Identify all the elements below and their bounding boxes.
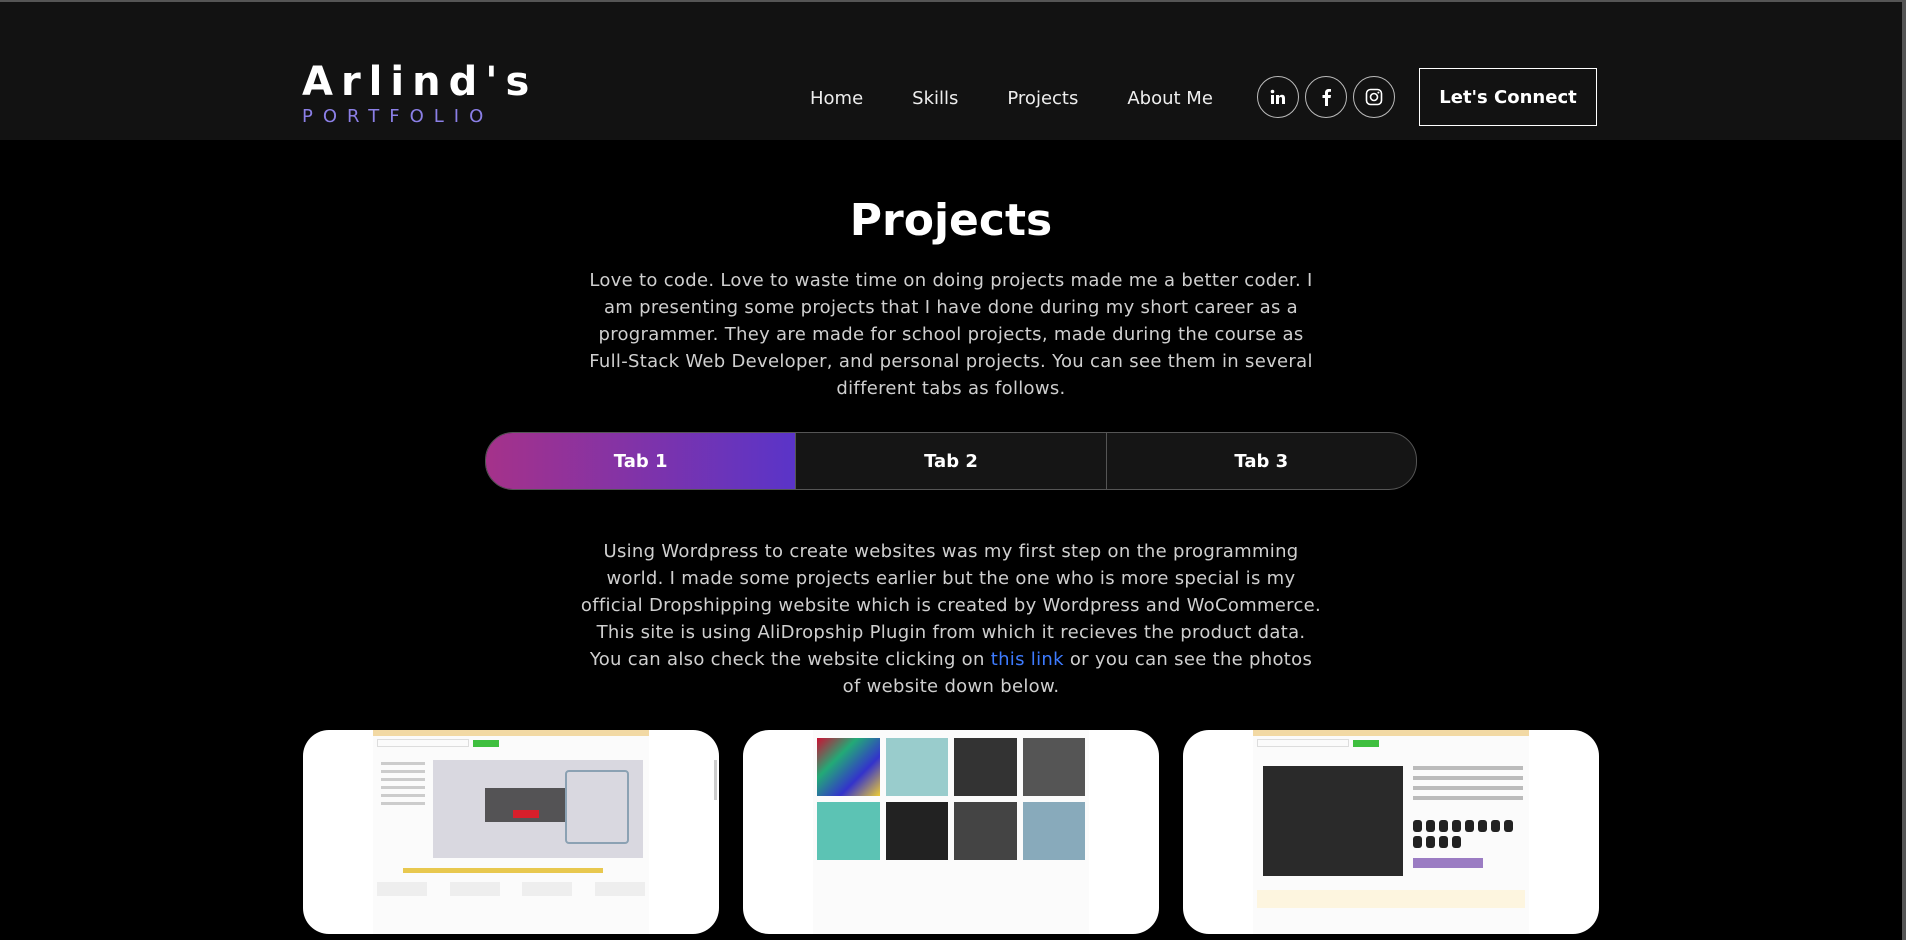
preview-category-menu (381, 762, 431, 810)
main-nav: Home Skills Projects About Me (810, 88, 1262, 109)
projects-intro: Love to code. Love to waste time on doin… (589, 270, 1313, 399)
website-preview (373, 730, 649, 934)
social-links (1257, 76, 1395, 118)
preview-features (377, 882, 645, 896)
project-tabs: Tab 1 Tab 2 Tab 3 (485, 432, 1417, 490)
website-link[interactable]: this link (991, 649, 1064, 670)
preview-search-button (1353, 739, 1379, 747)
tab-3[interactable]: Tab 3 (1107, 433, 1416, 489)
tab-2[interactable]: Tab 2 (796, 433, 1107, 489)
preview-hero-banner (433, 760, 643, 858)
preview-product-info (1413, 766, 1523, 806)
preview-header (1253, 736, 1529, 750)
preview-search (1257, 739, 1349, 747)
linkedin-icon[interactable] (1257, 76, 1299, 118)
nav-about-me[interactable]: About Me (1127, 88, 1213, 109)
preview-promo-strip (403, 868, 603, 873)
website-preview (1253, 730, 1529, 934)
shopping-cart-image (565, 770, 629, 844)
nav-projects[interactable]: Projects (1007, 88, 1078, 109)
preview-add-to-cart (1413, 858, 1483, 868)
screenshot-top-selling[interactable] (743, 730, 1159, 934)
preview-search-button (473, 739, 499, 747)
screenshot-product-page[interactable] (1183, 730, 1599, 934)
preview-shipping-strip (1257, 890, 1525, 908)
lets-connect-button[interactable]: Let's Connect (1419, 68, 1597, 126)
site-header: Arlind's PORTFOLIO Home Skills Projects … (0, 2, 1902, 140)
logo[interactable]: Arlind's PORTFOLIO (302, 60, 537, 127)
screenshot-homepage[interactable] (303, 730, 719, 934)
nav-skills[interactable]: Skills (912, 88, 958, 109)
preview-scrollbar (714, 760, 717, 800)
preview-variant-swatches (1413, 820, 1523, 848)
scrollbar[interactable] (1902, 0, 1906, 940)
preview-product-grid (817, 738, 1085, 860)
tab-1[interactable]: Tab 1 (486, 433, 797, 489)
logo-title: Arlind's (302, 59, 538, 105)
facebook-icon[interactable] (1305, 76, 1347, 118)
preview-header (373, 736, 649, 750)
preview-shop-now (513, 810, 539, 818)
logo-subtitle: PORTFOLIO (302, 106, 494, 127)
nav-home[interactable]: Home (810, 88, 863, 109)
website-preview (813, 730, 1089, 934)
project-screenshots (303, 730, 1599, 934)
page-title: Projects (849, 195, 1053, 246)
tab-description: Using Wordpress to create websites was m… (580, 538, 1322, 700)
preview-search (377, 739, 469, 747)
watch-product-image (1263, 766, 1403, 876)
instagram-icon[interactable] (1353, 76, 1395, 118)
